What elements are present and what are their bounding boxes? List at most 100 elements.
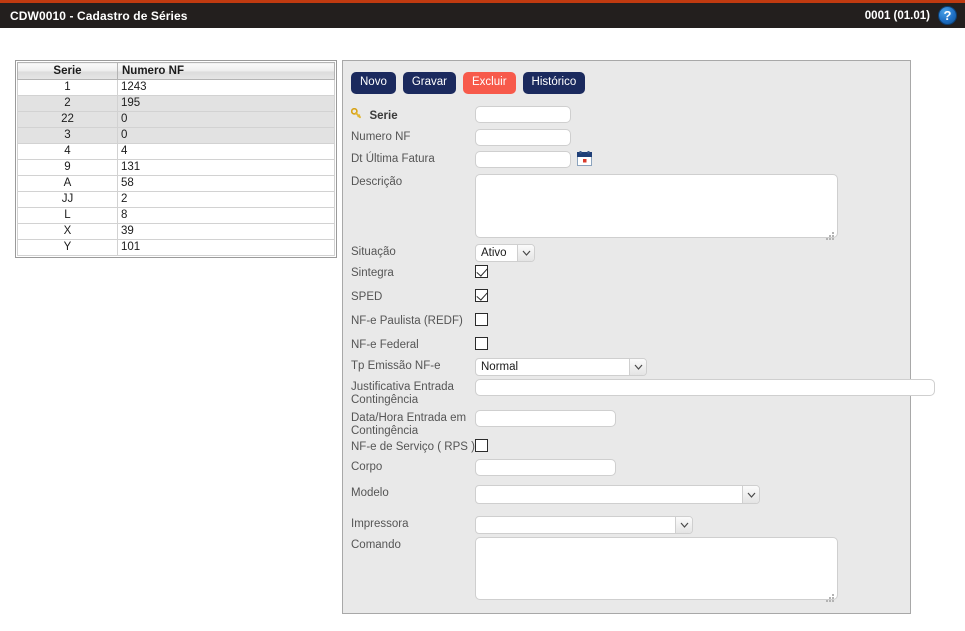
- help-circle-icon[interactable]: ?: [938, 6, 957, 25]
- cell-numero-nf: 101: [118, 240, 335, 256]
- impressora-select[interactable]: [475, 516, 693, 534]
- historico-button[interactable]: Histórico: [523, 72, 586, 94]
- cell-numero-nf: 1243: [118, 80, 335, 96]
- descricao-wrap: [475, 174, 838, 243]
- cell-serie: 2: [18, 96, 118, 112]
- sintegra-checkbox[interactable]: [475, 265, 488, 278]
- version-label: 0001 (01.01): [865, 10, 930, 22]
- modelo-select[interactable]: [475, 485, 760, 504]
- serie-label-group: Serie: [351, 106, 475, 124]
- data-hora-contingencia-input[interactable]: [475, 410, 616, 427]
- field-row-comando: Comando: [351, 537, 838, 605]
- cell-numero-nf: 195: [118, 96, 335, 112]
- cell-numero-nf: 58: [118, 176, 335, 192]
- cell-serie: X: [18, 224, 118, 240]
- chevron-down-icon: [675, 517, 692, 533]
- data-hora-contingencia-label-line1: Data/Hora Entrada em: [351, 410, 475, 425]
- calendar-icon[interactable]: [577, 151, 592, 171]
- cell-numero-nf: 8: [118, 208, 335, 224]
- table-row[interactable]: A58: [18, 176, 335, 192]
- cell-serie: L: [18, 208, 118, 224]
- chevron-down-icon: [742, 486, 759, 503]
- field-row-descricao: Descrição: [351, 174, 838, 243]
- table-row[interactable]: L8: [18, 208, 335, 224]
- numero-nf-label: Numero NF: [351, 129, 475, 144]
- field-row-sped: SPED: [351, 289, 488, 304]
- window-titlebar: CDW0010 - Cadastro de Séries 0001 (01.01…: [0, 0, 965, 28]
- table-row[interactable]: 11243: [18, 80, 335, 96]
- comando-textarea[interactable]: [475, 537, 838, 600]
- gravar-button[interactable]: Gravar: [403, 72, 456, 94]
- cell-serie: 22: [18, 112, 118, 128]
- field-row-tp-emissao: Tp Emissão NF-e Normal: [351, 358, 647, 376]
- form-toolbar: Novo Gravar Excluir Histórico: [351, 72, 585, 94]
- justificativa-label-line2: Contingência: [351, 394, 475, 407]
- situacao-selected-value: Ativo: [476, 245, 517, 261]
- dt-ultima-fatura-label: Dt Última Fatura: [351, 151, 475, 166]
- impressora-label: Impressora: [351, 516, 475, 531]
- field-row-corpo: Corpo: [351, 459, 616, 476]
- cell-numero-nf: 0: [118, 128, 335, 144]
- field-row-modelo: Modelo: [351, 485, 760, 504]
- comando-label: Comando: [351, 537, 475, 552]
- field-row-nfe-servico-rps: NF-e de Serviço ( RPS ): [351, 439, 488, 454]
- corpo-label: Corpo: [351, 459, 475, 474]
- field-row-justificativa: Justificativa Entrada Contingência: [351, 379, 935, 407]
- table-row[interactable]: 9131: [18, 160, 335, 176]
- descricao-label: Descrição: [351, 174, 475, 189]
- table-body: 11243219522030449131A58JJ2L8X39Y101: [18, 80, 335, 256]
- field-row-nfe-paulista: NF-e Paulista (REDF): [351, 313, 488, 328]
- column-header-numero-nf[interactable]: Numero NF: [118, 63, 335, 80]
- serie-input[interactable]: [475, 106, 571, 123]
- justificativa-label-line1: Justificativa Entrada: [351, 379, 475, 394]
- chevron-down-icon: [629, 359, 646, 375]
- field-row-dt-ultima-fatura: Dt Última Fatura: [351, 151, 592, 171]
- nfe-federal-checkbox[interactable]: [475, 337, 488, 350]
- dt-ultima-fatura-input[interactable]: [475, 151, 571, 168]
- tp-emissao-selected-value: Normal: [476, 359, 629, 375]
- field-row-nfe-federal: NF-e Federal: [351, 337, 488, 352]
- cell-serie: 1: [18, 80, 118, 96]
- series-grid[interactable]: Serie Numero NF 11243219522030449131A58J…: [15, 60, 337, 258]
- series-table: Serie Numero NF 11243219522030449131A58J…: [17, 62, 335, 256]
- field-row-impressora: Impressora: [351, 516, 693, 534]
- cell-numero-nf: 2: [118, 192, 335, 208]
- column-header-serie[interactable]: Serie: [18, 63, 118, 80]
- justificativa-input[interactable]: [475, 379, 935, 396]
- sintegra-label: Sintegra: [351, 265, 475, 280]
- justificativa-label-group: Justificativa Entrada Contingência: [351, 379, 475, 407]
- cell-serie: Y: [18, 240, 118, 256]
- excluir-button[interactable]: Excluir: [463, 72, 516, 94]
- table-row[interactable]: JJ2: [18, 192, 335, 208]
- table-row[interactable]: 44: [18, 144, 335, 160]
- data-hora-contingencia-label-line2: Contingência: [351, 425, 475, 438]
- page-title: CDW0010 - Cadastro de Séries: [10, 9, 188, 23]
- cell-serie: A: [18, 176, 118, 192]
- situacao-label: Situação: [351, 244, 475, 259]
- table-row[interactable]: 2195: [18, 96, 335, 112]
- chevron-down-icon: [517, 245, 534, 261]
- nfe-paulista-checkbox[interactable]: [475, 313, 488, 326]
- key-icon: [351, 106, 365, 124]
- table-row[interactable]: X39: [18, 224, 335, 240]
- cell-serie: 9: [18, 160, 118, 176]
- field-row-situacao: Situação Ativo: [351, 244, 535, 262]
- cell-numero-nf: 0: [118, 112, 335, 128]
- novo-button[interactable]: Novo: [351, 72, 396, 94]
- descricao-textarea[interactable]: [475, 174, 838, 238]
- situacao-select[interactable]: Ativo: [475, 244, 535, 262]
- cell-serie: 4: [18, 144, 118, 160]
- table-row[interactable]: 220: [18, 112, 335, 128]
- nfe-servico-rps-label: NF-e de Serviço ( RPS ): [351, 439, 475, 454]
- numero-nf-input[interactable]: [475, 129, 571, 146]
- tp-emissao-select[interactable]: Normal: [475, 358, 647, 376]
- table-row[interactable]: Y101: [18, 240, 335, 256]
- cell-serie: 3: [18, 128, 118, 144]
- nfe-servico-rps-checkbox[interactable]: [475, 439, 488, 452]
- serie-form-panel: Novo Gravar Excluir Histórico Serie Nume…: [342, 60, 911, 614]
- sped-checkbox[interactable]: [475, 289, 488, 302]
- corpo-input[interactable]: [475, 459, 616, 476]
- table-row[interactable]: 30: [18, 128, 335, 144]
- table-header: Serie Numero NF: [18, 63, 335, 80]
- field-row-data-hora-contingencia: Data/Hora Entrada em Contingência: [351, 410, 616, 438]
